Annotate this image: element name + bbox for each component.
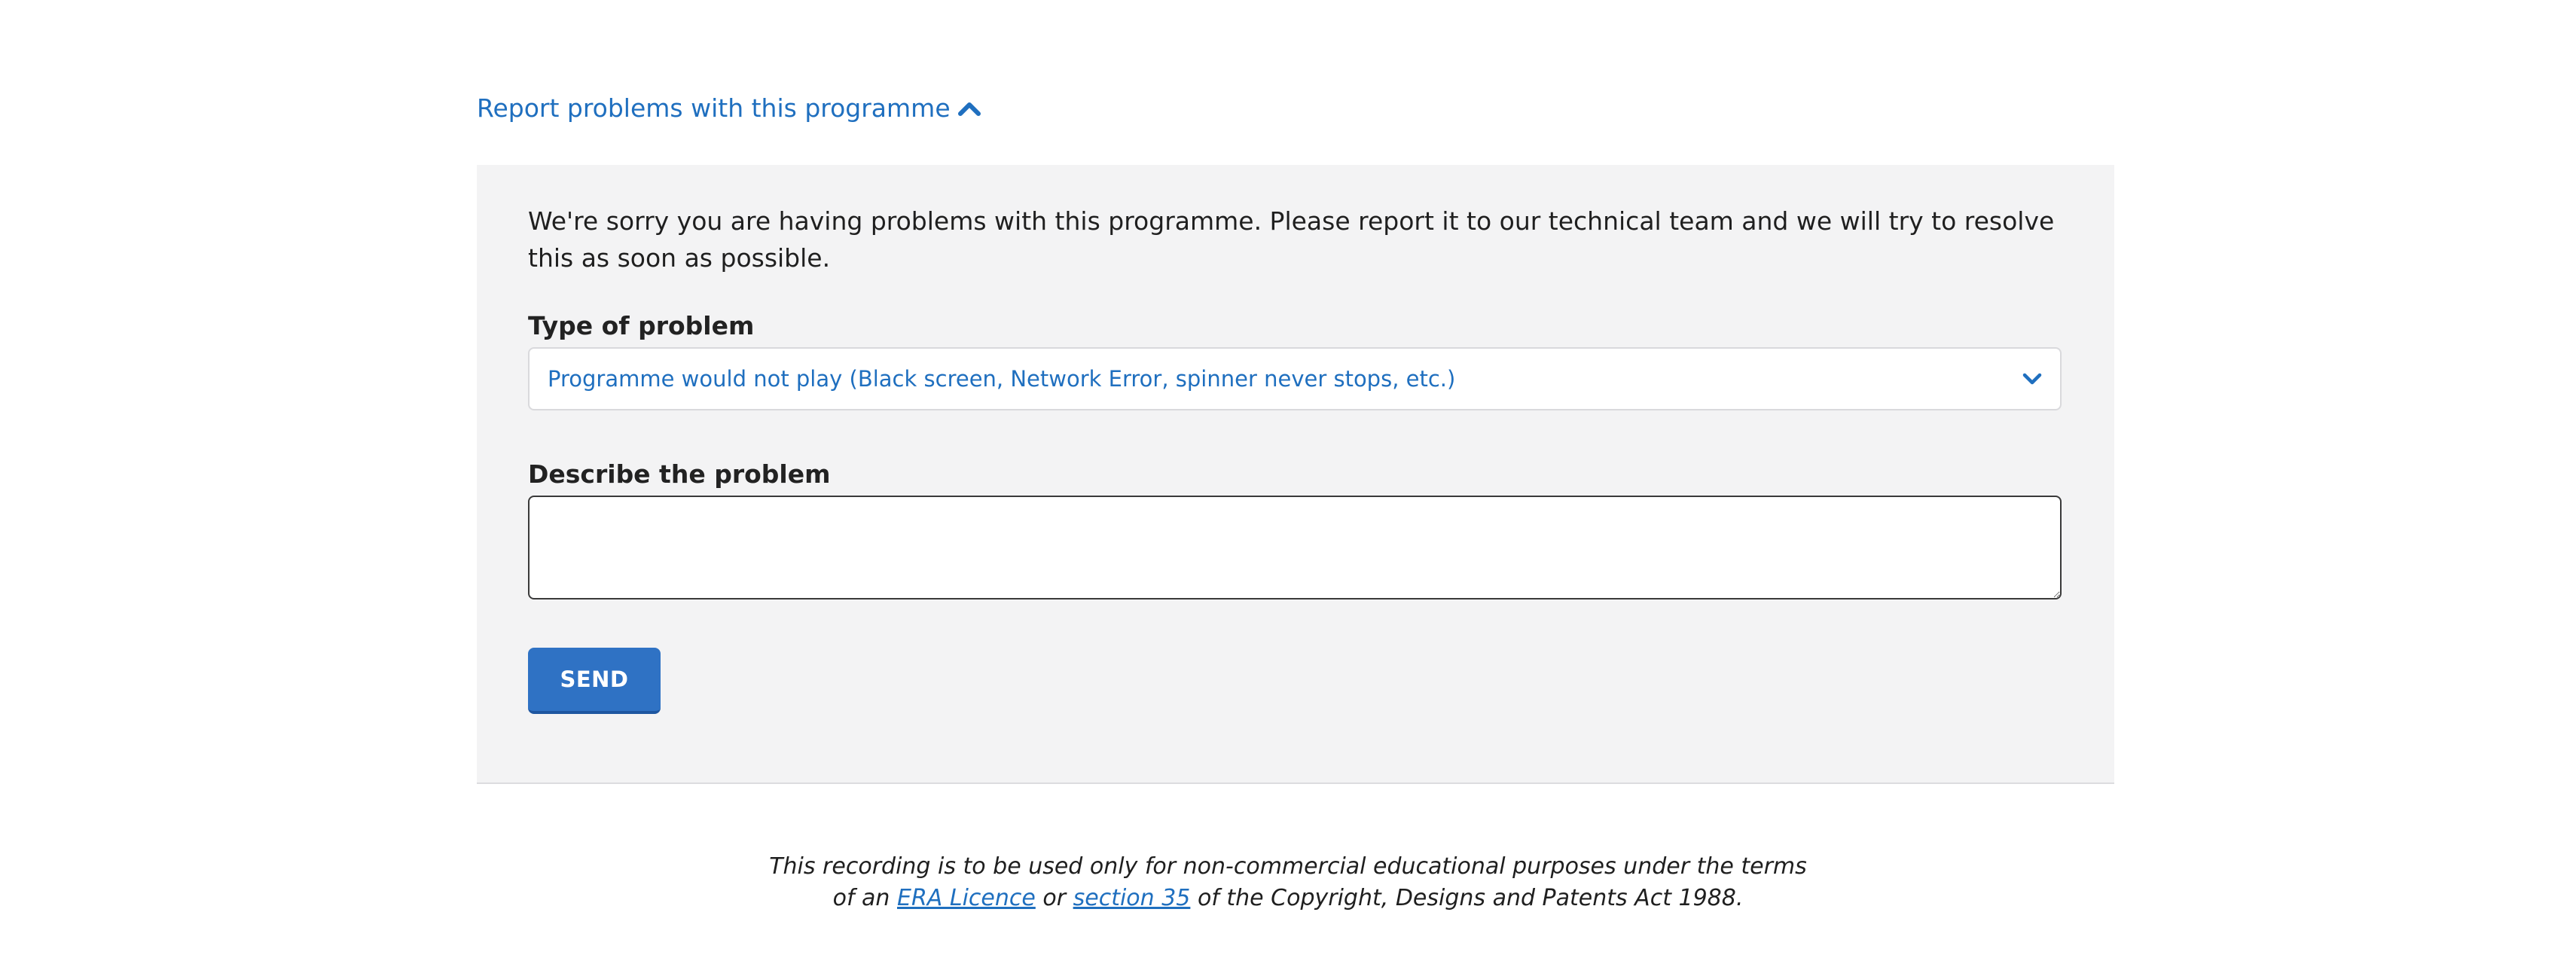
send-button[interactable]: SEND [528, 648, 661, 714]
report-intro-text: We're sorry you are having problems with… [528, 206, 2055, 273]
problem-type-selected-value: Programme would not play (Black screen, … [548, 366, 1456, 392]
section-35-link[interactable]: section 35 [1073, 885, 1191, 911]
footer-text-pre: of an [832, 885, 890, 911]
chevron-down-icon [2022, 372, 2042, 386]
licence-footer: This recording is to be used only for no… [0, 851, 2576, 914]
describe-problem-label: Describe the problem [528, 459, 831, 489]
report-problems-label: Report problems with this programme [477, 93, 951, 123]
page: Report problems with this programme We'r… [0, 0, 2576, 964]
footer-line-2: of an ERA Licence or section 35 of the C… [0, 883, 2576, 914]
problem-type-select[interactable]: Programme would not play (Black screen, … [528, 347, 2062, 410]
report-problems-toggle[interactable]: Report problems with this programme [477, 93, 981, 123]
chevron-up-icon [957, 100, 981, 117]
describe-problem-textarea[interactable] [528, 496, 2062, 599]
type-of-problem-label: Type of problem [528, 311, 755, 340]
footer-text-post: of the Copyright, Designs and Patents Ac… [1197, 885, 1744, 911]
footer-text-mid: or [1042, 885, 1067, 911]
era-licence-link[interactable]: ERA Licence [897, 885, 1036, 911]
report-panel: We're sorry you are having problems with… [477, 165, 2114, 784]
footer-line-1: This recording is to be used only for no… [769, 853, 1807, 880]
